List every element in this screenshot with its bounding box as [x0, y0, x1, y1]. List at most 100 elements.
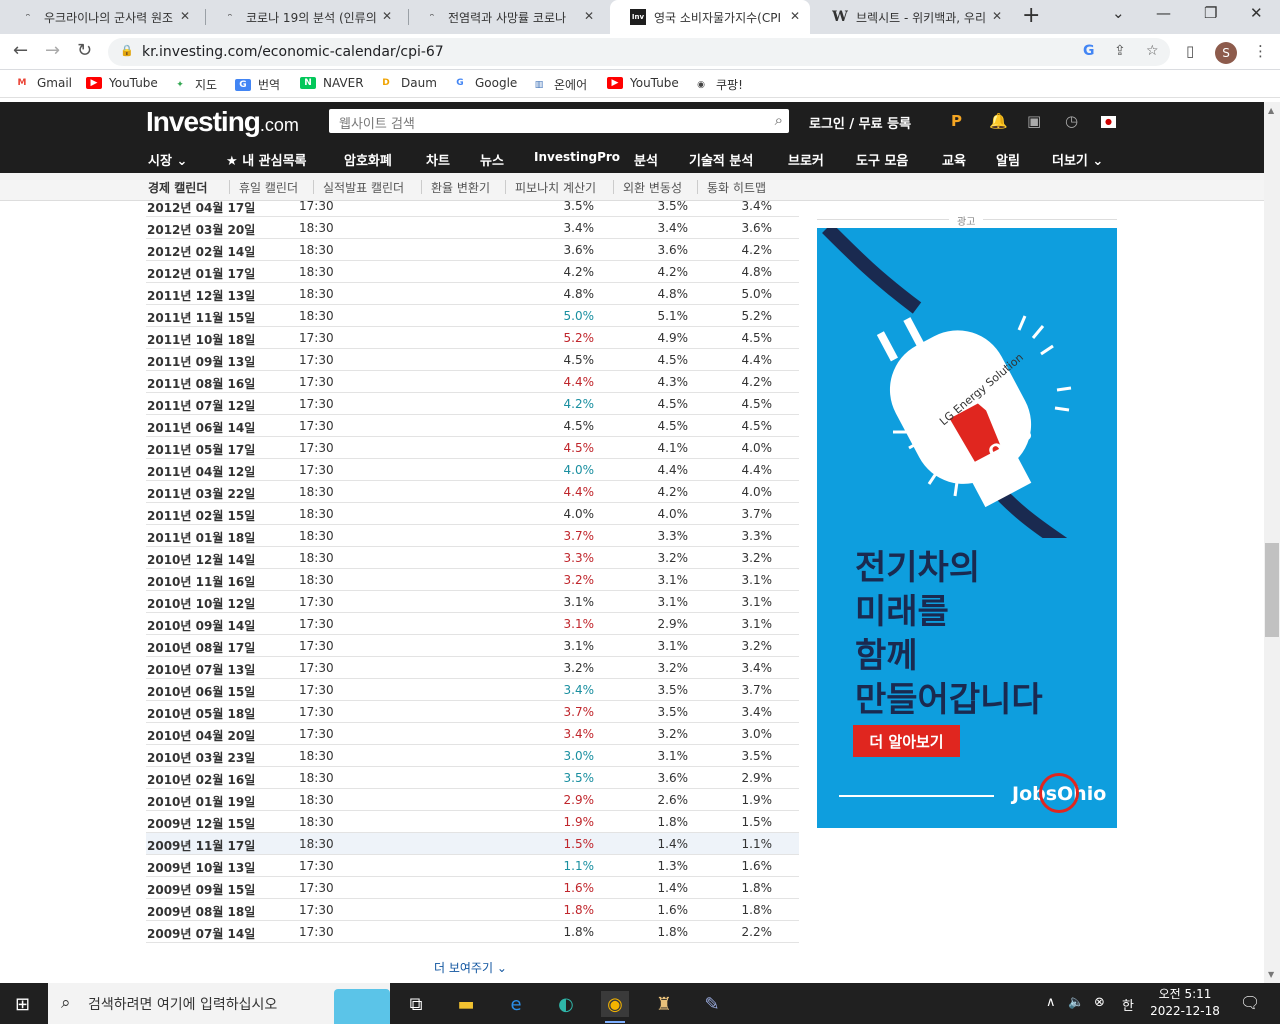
nav-education[interactable]: 교육: [942, 150, 966, 169]
table-row[interactable]: 2012년 03월 20일 18:30 3.4% 3.4% 3.6%: [146, 217, 799, 239]
back-arrow-icon[interactable]: ←: [13, 40, 28, 61]
table-row[interactable]: 2009년 09월 15일 17:30 1.6% 1.4% 1.8%: [146, 877, 799, 899]
table-row[interactable]: 2010년 02월 16일 18:30 3.5% 3.6% 2.9%: [146, 767, 799, 789]
nav-brokers[interactable]: 브로커: [788, 150, 824, 169]
paint-icon[interactable]: ✎: [698, 991, 726, 1017]
bookmark-star-icon[interactable]: ☆: [1146, 43, 1159, 59]
tab-corona-analysis[interactable]: ᵔ 코로나 19의 분석 (인류의 ✕: [202, 0, 402, 34]
table-row[interactable]: 2011년 01월 18일 18:30 3.7% 3.3% 3.3%: [146, 525, 799, 547]
tab-close-icon[interactable]: ✕: [180, 9, 190, 23]
table-row[interactable]: 2011년 05월 17일 17:30 4.5% 4.1% 4.0%: [146, 437, 799, 459]
subnav-holiday-calendar[interactable]: 휴일 캘린더: [239, 179, 298, 196]
table-row[interactable]: 2010년 06월 15일 17:30 3.4% 3.5% 3.7%: [146, 679, 799, 701]
speaker-icon[interactable]: 🔈: [1068, 995, 1084, 1010]
table-row[interactable]: 2011년 04월 12일 17:30 4.0% 4.4% 4.4%: [146, 459, 799, 481]
tab-close-icon[interactable]: ✕: [992, 9, 1002, 23]
nav-watchlist[interactable]: ★ 내 관심목록: [226, 150, 307, 169]
minimize-icon[interactable]: —: [1156, 4, 1171, 22]
table-row[interactable]: 2010년 05월 18일 17:30 3.7% 3.5% 3.4%: [146, 701, 799, 723]
nav-more[interactable]: 더보기 ⌄: [1052, 150, 1103, 169]
new-tab-plus-icon[interactable]: +: [1022, 5, 1040, 27]
table-row[interactable]: 2012년 04월 17일 17:30 3.5% 3.5% 3.4%: [146, 201, 799, 217]
table-row[interactable]: 2011년 08월 16일 17:30 4.4% 4.3% 4.2%: [146, 371, 799, 393]
url-text[interactable]: kr.investing.com/economic-calendar/cpi-6…: [142, 44, 444, 60]
nav-alerts[interactable]: 알림: [996, 150, 1020, 169]
ad-cta-button[interactable]: 더 알아보기: [853, 725, 960, 757]
subnav-currency-converter[interactable]: 환율 변환기: [431, 179, 490, 196]
bookmark-coupang[interactable]: ◉ 쿠팡!: [693, 76, 743, 93]
table-row[interactable]: 2012년 01월 17일 18:30 4.2% 4.2% 4.8%: [146, 261, 799, 283]
tab-close-icon[interactable]: ✕: [382, 9, 392, 23]
taskbar-clock[interactable]: 오전 5:11 2022-12-18: [1150, 986, 1220, 1020]
scroll-up-icon[interactable]: ▲: [1268, 106, 1274, 115]
table-row[interactable]: 2011년 10월 18일 17:30 5.2% 4.9% 4.5%: [146, 327, 799, 349]
table-row[interactable]: 2009년 08월 18일 17:30 1.8% 1.6% 1.8%: [146, 899, 799, 921]
table-row[interactable]: 2012년 02월 14일 18:30 3.6% 3.6% 4.2%: [146, 239, 799, 261]
table-row[interactable]: 2011년 12월 13일 18:30 4.8% 4.8% 5.0%: [146, 283, 799, 305]
table-row[interactable]: 2011년 02월 15일 18:30 4.0% 4.0% 3.7%: [146, 503, 799, 525]
login-register-link[interactable]: 로그인 / 무료 등록: [809, 113, 911, 132]
table-row[interactable]: 2010년 07월 13일 17:30 3.2% 3.2% 3.4%: [146, 657, 799, 679]
tab-brexit-wiki[interactable]: W 브렉시트 - 위키백과, 우리 ✕: [812, 0, 1012, 34]
nav-investingpro[interactable]: InvestingPro: [534, 150, 620, 164]
table-row[interactable]: 2010년 08월 17일 17:30 3.1% 3.1% 3.2%: [146, 635, 799, 657]
tab-uk-cpi[interactable]: Inv 영국 소비자물가지수(CPI ✕: [610, 0, 810, 34]
nav-technical[interactable]: 기술적 분석: [689, 150, 753, 169]
bookmark-maps[interactable]: ✦ 지도: [172, 76, 217, 93]
google-translate-icon[interactable]: G: [1083, 43, 1095, 59]
table-row[interactable]: 2011년 07월 12일 17:30 4.2% 4.5% 4.5%: [146, 393, 799, 415]
file-explorer-icon[interactable]: ▬: [452, 991, 480, 1017]
subnav-economic-calendar[interactable]: 경제 캘린더: [148, 179, 207, 196]
scroll-thumb[interactable]: [1265, 543, 1279, 637]
table-row[interactable]: 2010년 12월 14일 18:30 3.3% 3.2% 3.2%: [146, 547, 799, 569]
notifications-icon[interactable]: 🗨: [1240, 993, 1260, 1012]
tab-close-icon[interactable]: ✕: [584, 9, 594, 23]
tab-close-icon[interactable]: ✕: [790, 9, 800, 23]
windows-start-icon[interactable]: ⊞: [15, 994, 30, 1015]
task-view-icon[interactable]: ⧉: [402, 991, 430, 1017]
menu-kebab-icon[interactable]: ⋮: [1253, 42, 1268, 60]
bookmark-youtube-2[interactable]: ▶ YouTube: [607, 76, 679, 90]
table-row[interactable]: 2011년 11월 15일 18:30 5.0% 5.1% 5.2%: [146, 305, 799, 327]
subnav-earnings-calendar[interactable]: 실적발표 캘린더: [323, 179, 404, 196]
edge-icon[interactable]: ◐: [552, 991, 580, 1017]
bookmark-daum[interactable]: D Daum: [378, 76, 437, 90]
table-row[interactable]: 2009년 07월 14일 17:30 1.8% 1.8% 2.2%: [146, 921, 799, 943]
owl-app-icon[interactable]: ♜: [650, 991, 678, 1017]
table-row[interactable]: 2011년 06월 14일 17:30 4.5% 4.5% 4.5%: [146, 415, 799, 437]
bell-icon[interactable]: 🔔: [989, 112, 1008, 130]
nav-tools[interactable]: 도구 모음: [856, 150, 908, 169]
subnav-heatmap[interactable]: 통화 히트맵: [707, 179, 766, 196]
bookmark-translate[interactable]: G 번역: [235, 76, 280, 93]
share-icon[interactable]: ⇪: [1114, 43, 1126, 59]
scroll-down-icon[interactable]: ▼: [1268, 970, 1274, 979]
chrome-icon[interactable]: ◉: [601, 991, 629, 1023]
table-row[interactable]: 2010년 03월 23일 18:30 3.0% 3.1% 3.5%: [146, 745, 799, 767]
ime-indicator[interactable]: 한: [1122, 995, 1134, 1014]
pro-badge-icon[interactable]: P: [951, 112, 962, 130]
nav-news[interactable]: 뉴스: [480, 150, 504, 169]
korea-flag-icon[interactable]: ●: [1101, 116, 1116, 128]
table-row[interactable]: 2010년 04월 20일 17:30 3.4% 3.2% 3.0%: [146, 723, 799, 745]
table-row[interactable]: 2010년 10월 12일 17:30 3.1% 3.1% 3.1%: [146, 591, 799, 613]
tab-corona-mortality[interactable]: ᵔ 전염력과 사망률 코로나 ✕: [404, 0, 604, 34]
table-row[interactable]: 2011년 03월 22일 18:30 4.4% 4.2% 4.0%: [146, 481, 799, 503]
nav-charts[interactable]: 차트: [426, 150, 450, 169]
table-row[interactable]: 2010년 01월 19일 18:30 2.9% 2.6% 1.9%: [146, 789, 799, 811]
table-row[interactable]: 2009년 12월 15일 18:30 1.9% 1.8% 1.5%: [146, 811, 799, 833]
restore-icon[interactable]: ❐: [1204, 4, 1217, 22]
table-row[interactable]: 2011년 09월 13일 17:30 4.5% 4.5% 4.4%: [146, 349, 799, 371]
table-row[interactable]: 2009년 11월 17일 18:30 1.5% 1.4% 1.1%: [146, 833, 799, 855]
briefcase-icon[interactable]: ▣: [1027, 112, 1041, 130]
side-panel-icon[interactable]: ▯: [1186, 42, 1194, 60]
clock-icon[interactable]: ◷: [1065, 112, 1078, 130]
subnav-fibonacci[interactable]: 피보나치 계산기: [515, 179, 596, 196]
page-scrollbar[interactable]: ▲ ▼: [1264, 102, 1280, 983]
bookmark-youtube[interactable]: ▶ YouTube: [86, 76, 158, 90]
ad-banner[interactable]: LG Energy Solution Ohio 전기차의 미래를 함께 만들어갑…: [817, 228, 1117, 828]
internet-explorer-icon[interactable]: e: [502, 991, 530, 1017]
close-window-icon[interactable]: ✕: [1250, 4, 1263, 22]
tray-chevron-icon[interactable]: ∧: [1046, 995, 1056, 1010]
bookmark-google[interactable]: G Google: [452, 76, 517, 90]
table-row[interactable]: 2009년 10월 13일 17:30 1.1% 1.3% 1.6%: [146, 855, 799, 877]
